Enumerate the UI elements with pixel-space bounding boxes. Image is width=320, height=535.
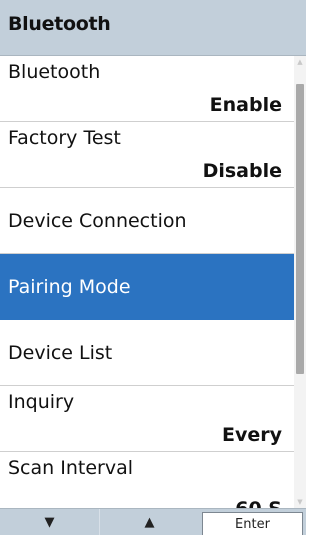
enter-softkey[interactable]: Enter (202, 512, 303, 535)
list-item-device-list[interactable]: Device List (0, 320, 294, 386)
page-title: Bluetooth (8, 13, 111, 35)
list-item-label: Scan Interval (8, 457, 133, 479)
scroll-down-arrow-icon[interactable]: ▼ (294, 498, 306, 506)
title-bar: Bluetooth (0, 0, 306, 56)
scrollbar-thumb[interactable] (296, 84, 304, 374)
list-item-bluetooth[interactable]: Bluetooth Enable (0, 56, 294, 122)
enter-label: Enter (235, 516, 270, 532)
list-item-label: Bluetooth (8, 61, 101, 83)
scrollbar[interactable]: ▲ ▼ (294, 56, 306, 508)
list-item-value: Disable (202, 160, 282, 182)
list-item-value: Enable (209, 94, 282, 116)
list-item-label: Device Connection (8, 210, 187, 232)
down-softkey[interactable]: ▼ (0, 509, 99, 535)
list-item-label: Inquiry (8, 391, 75, 413)
list-item-label: Pairing Mode (8, 276, 131, 298)
list-item-inquiry[interactable]: Inquiry Every (0, 386, 294, 452)
up-triangle-icon: ▲ (144, 514, 155, 530)
up-softkey[interactable]: ▲ (99, 509, 199, 535)
list-item-device-connection[interactable]: Device Connection (0, 188, 294, 254)
list-item-value: 60 S (235, 498, 282, 508)
scroll-up-arrow-icon[interactable]: ▲ (294, 58, 306, 66)
list-item-value: Every (221, 424, 282, 446)
softkey-bar: ▼ ▲ Enter (0, 508, 306, 535)
settings-list: Bluetooth Enable Factory Test Disable De… (0, 56, 294, 508)
list-item-pairing-mode[interactable]: Pairing Mode (0, 254, 294, 320)
list-item-label: Factory Test (8, 127, 121, 149)
list-item-factory-test[interactable]: Factory Test Disable (0, 122, 294, 188)
list-item-label: Device List (8, 342, 113, 364)
list-item-scan-interval[interactable]: Scan Interval 60 S (0, 452, 294, 508)
down-triangle-icon: ▼ (44, 514, 55, 530)
